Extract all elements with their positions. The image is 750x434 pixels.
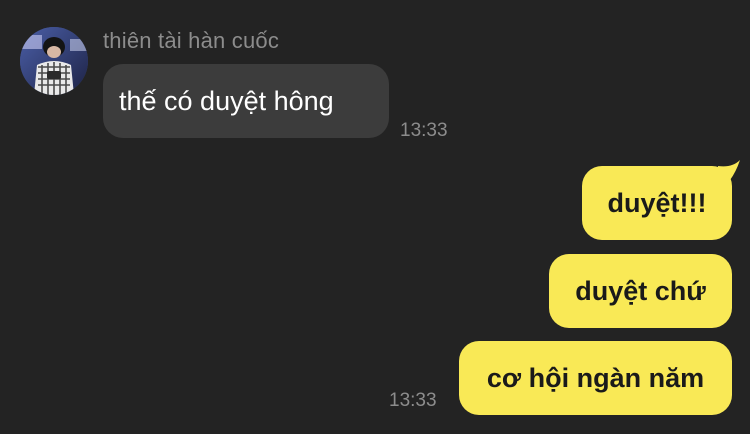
chat-thread: thiên tài hàn cuốc thế có duyệt hông 13:…: [0, 0, 750, 434]
avatar-photo: [20, 27, 88, 95]
sender-name: thiên tài hàn cuốc: [103, 28, 280, 53]
outgoing-message-text: cơ hội ngàn năm: [486, 362, 705, 393]
incoming-timestamp: 13:33: [400, 120, 448, 141]
incoming-message-bubble[interactable]: thế có duyệt hông: [103, 64, 389, 138]
outgoing-message-bubble[interactable]: cơ hội ngàn năm: [459, 341, 732, 415]
outgoing-message-bubble[interactable]: duyệt!!!: [582, 166, 732, 240]
avatar[interactable]: [20, 27, 88, 95]
outgoing-timestamp: 13:33: [389, 390, 437, 411]
outgoing-message-text: duyệt chứ: [575, 275, 706, 306]
incoming-message-text: thế có duyệt hông: [119, 85, 334, 116]
outgoing-message-bubble[interactable]: duyệt chứ: [549, 254, 732, 328]
outgoing-message-text: duyệt!!!: [607, 187, 707, 218]
